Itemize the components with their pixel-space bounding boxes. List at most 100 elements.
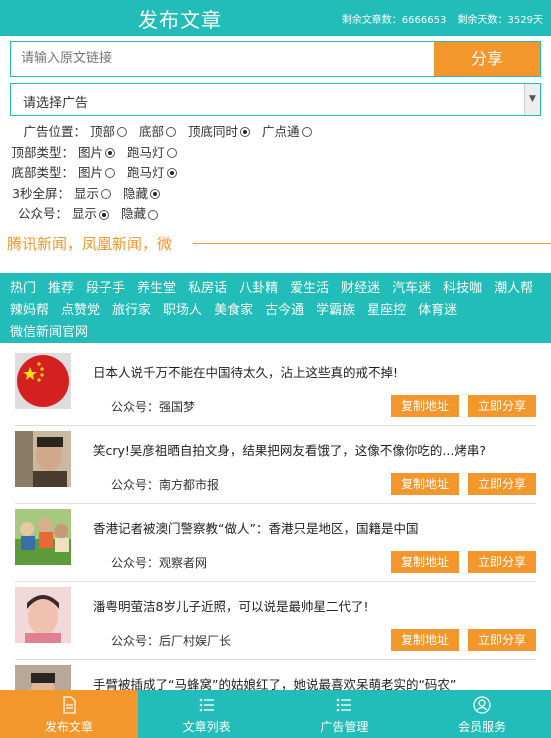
category-link[interactable]: 微信新闻官网 [10,322,88,343]
tab-label: 会员服务 [458,720,507,734]
category-link[interactable]: 私房话 [188,278,227,299]
category-link[interactable]: 辣妈帮 [10,300,49,321]
article-item: 潘粤明萤洁8岁儿子近照，可以说是最帅星二代了! 公众号：后厂村娱厂长 复制地址 立即分… [15,582,536,660]
radio-checked-icon[interactable] [105,147,116,158]
share-now-button[interactable]: 立即分享 [468,629,536,651]
category-link[interactable]: 美食家 [214,300,253,321]
radio-option[interactable]: 顶部 [90,122,128,143]
radio-option[interactable]: 隐藏 [121,204,159,225]
account-stats: 剩余文章数：6666653 剩余天数：3529天 [334,11,543,26]
category-link[interactable]: 古今通 [265,300,304,321]
article-title[interactable]: 潘粤明萤洁8岁儿子近照，可以说是最帅星二代了! [93,596,368,615]
tab-item[interactable]: 广告管理 [276,690,414,738]
radio-option[interactable]: 顶底同时 [188,122,251,143]
article-title[interactable]: 日本人说千万不能在中国待太久，沾上这些真的戒不掉! [93,362,398,381]
article-thumbnail [15,353,71,409]
category-link[interactable]: 段子手 [86,278,125,299]
account-line: 公众号：强国梦 [111,398,195,415]
article-list: 日本人说千万不能在中国待太久，沾上这些真的戒不掉! 公众号：强国梦 复制地址 立即分享… [0,348,551,738]
category-link[interactable]: 星座控 [367,300,406,321]
category-link[interactable]: 体育迷 [418,300,457,321]
radio-checked-icon[interactable] [166,168,177,179]
radio-label: 底部 [139,124,165,139]
option-row: 顶部类型： 图片 跑马灯 [10,143,320,164]
copy-url-button[interactable]: 复制地址 [391,629,459,651]
category-link[interactable]: 推荐 [48,278,74,299]
tab-item[interactable]: 文章列表 [138,690,276,738]
category-link[interactable]: 职场人 [163,300,202,321]
radio-unchecked-icon[interactable] [301,127,312,138]
radio-label: 广点通 [262,124,300,139]
copy-url-button[interactable]: 复制地址 [391,473,459,495]
option-label: 顶部类型： [11,144,74,160]
category-link[interactable]: 汽车迷 [392,278,431,299]
category-link[interactable]: 财经迷 [341,278,380,299]
category-link[interactable]: 养生堂 [137,278,176,299]
account-label: 公众号： [111,556,160,570]
radio-option[interactable]: 隐藏 [123,184,161,205]
option-label: 底部类型： [11,165,74,181]
account-line: 公众号：后厂村娱厂长 [111,632,231,649]
category-link[interactable]: 八卦精 [239,278,278,299]
option-label: 广告位置： [23,124,86,139]
account-line: 公众号：南方都市报 [111,476,219,493]
article-thumbnail [15,587,71,643]
article-title[interactable]: 香港记者被澳门警察教“做人”：香港只是地区，国籍是中国 [93,518,418,537]
marquee-divider [193,243,551,244]
url-form: 分享 [10,41,541,77]
share-button[interactable]: 分享 [434,42,540,76]
category-link[interactable]: 点赞党 [61,300,100,321]
bottom-tabbar: 发布文章 文章列表 广告管理 会员服务 [0,690,551,738]
radio-unchecked-icon[interactable] [117,127,128,138]
tab-item[interactable]: 会员服务 [413,690,551,738]
article-url-input[interactable] [11,42,434,76]
category-link[interactable]: 学霸族 [316,300,355,321]
article-title[interactable]: 笑cry!吴彦祖晒自拍文身，结果把网友看饿了，这像不像你吃的...烤串? [93,440,486,459]
radio-option[interactable]: 图片 [78,163,116,184]
copy-url-button[interactable]: 复制地址 [391,551,459,573]
article-item: 日本人说千万不能在中国待太久，沾上这些真的戒不掉! 公众号：强国梦 复制地址 立即分享 [15,348,536,426]
app-header: 发布文章 剩余文章数：6666653 剩余天数：3529天 [0,0,551,36]
account-label: 公众号： [111,478,160,492]
radio-checked-icon[interactable] [99,209,110,220]
category-link[interactable]: 旅行家 [112,300,151,321]
radio-label: 跑马灯 [127,144,165,160]
radio-label: 隐藏 [121,206,147,222]
category-link[interactable]: 爱生活 [290,278,329,299]
radio-option[interactable]: 图片 [78,143,116,164]
ad-select-value: 请选择广告 [23,96,89,111]
radio-unchecked-icon[interactable] [148,209,159,220]
option-row: 底部类型： 图片 跑马灯 [10,163,320,184]
radio-label: 顶部 [90,124,116,139]
radio-checked-icon[interactable] [240,127,251,138]
account-name: 观察者网 [159,556,208,570]
share-now-button[interactable]: 立即分享 [468,473,536,495]
tab-item[interactable]: 发布文章 [0,690,138,738]
radio-label: 隐藏 [123,185,149,201]
category-link[interactable]: 潮人帮 [494,278,533,299]
category-link[interactable]: 科技咖 [443,278,482,299]
category-link[interactable]: 热门 [10,278,36,299]
copy-url-button[interactable]: 复制地址 [391,395,459,417]
radio-option[interactable]: 跑马灯 [127,143,177,164]
radio-option[interactable]: 底部 [139,122,177,143]
article-item: 笑cry!吴彦祖晒自拍文身，结果把网友看饿了，这像不像你吃的...烤串? 公众号：… [15,426,536,504]
option-row: 广告位置： 顶部 底部 顶底同时 广点通 [10,122,320,143]
account-label: 公众号： [111,634,160,648]
radio-option[interactable]: 广点通 [262,122,312,143]
radio-unchecked-icon[interactable] [105,168,116,179]
radio-label: 显示 [74,185,100,201]
radio-checked-icon[interactable] [150,189,161,200]
marquee-banner: 腾讯新闻，凤凰新闻，微 [0,231,551,255]
share-now-button[interactable]: 立即分享 [468,551,536,573]
option-label: 公众号： [17,206,68,222]
radio-option[interactable]: 显示 [72,204,110,225]
radio-unchecked-icon[interactable] [166,147,177,158]
radio-option[interactable]: 显示 [74,184,112,205]
document-icon [0,696,138,714]
share-now-button[interactable]: 立即分享 [468,395,536,417]
ad-select[interactable]: 请选择广告 ▼ [10,83,541,116]
radio-unchecked-icon[interactable] [101,189,112,200]
radio-option[interactable]: 跑马灯 [127,163,177,184]
radio-unchecked-icon[interactable] [166,127,177,138]
